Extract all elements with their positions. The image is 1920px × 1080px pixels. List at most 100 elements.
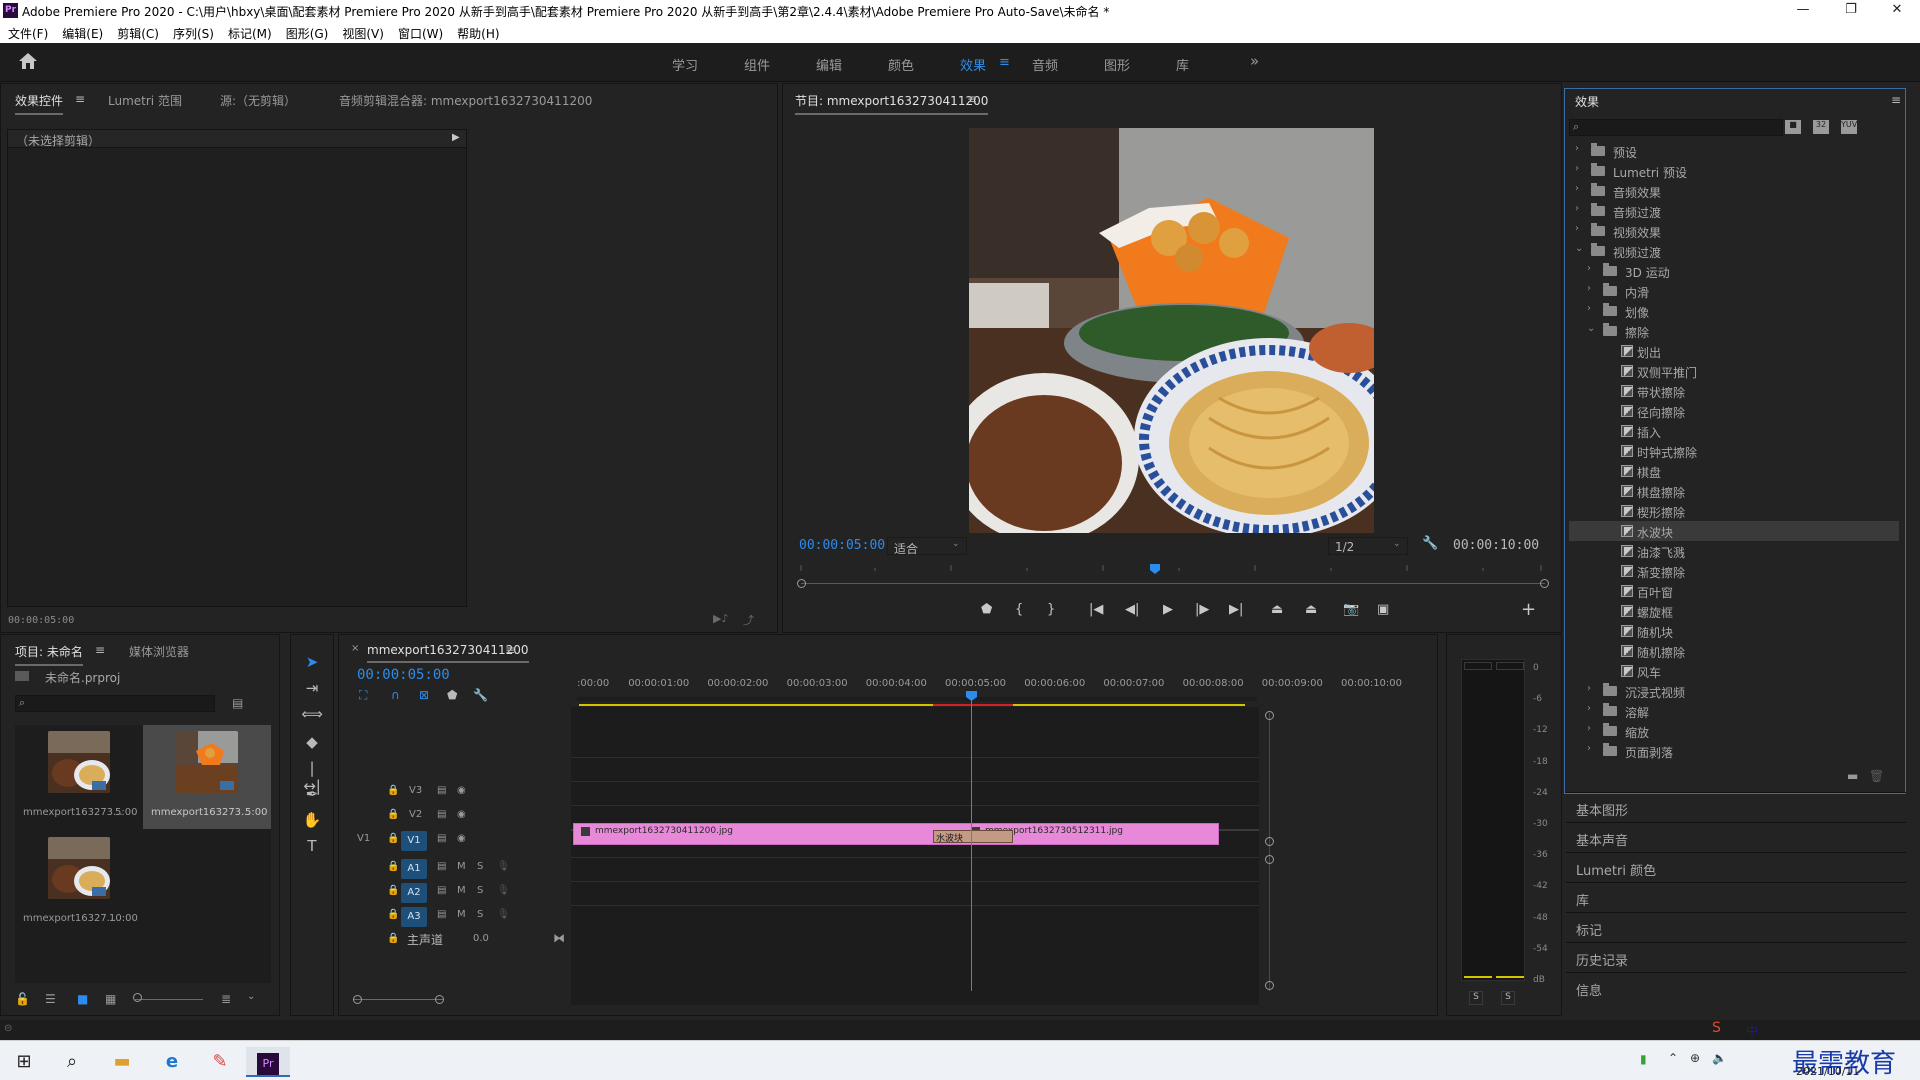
tab-lumetri-scopes[interactable]: Lumetri 范围	[108, 92, 182, 109]
workspace-learn[interactable]: 学习	[672, 55, 698, 74]
effect-folder[interactable]: › 内滑	[1569, 281, 1899, 301]
workspace-libraries[interactable]: 库	[1176, 55, 1189, 74]
effect-folder[interactable]: › Lumetri 预设	[1569, 161, 1899, 181]
new-search-bin-icon[interactable]: ▤	[232, 696, 243, 710]
chevron-right-icon[interactable]: ›	[1575, 163, 1579, 174]
project-item[interactable]: mmexport163273... 5:00	[15, 725, 141, 829]
effect-item[interactable]: 渐变擦除	[1569, 561, 1899, 581]
sort-icon[interactable]: ≣	[221, 992, 231, 1006]
zoom-handle-right[interactable]	[1540, 579, 1549, 588]
effect-item[interactable]: 插入	[1569, 421, 1899, 441]
tab-effect-controls[interactable]: 效果控件	[15, 92, 64, 115]
menu-window[interactable]: 窗口(W)	[398, 22, 443, 42]
effect-item[interactable]: 径向擦除	[1569, 401, 1899, 421]
add-marker-icon[interactable]: ⬟	[981, 602, 992, 617]
transition-block[interactable]: 水波块	[933, 830, 1013, 844]
track-a2-toggle[interactable]: A2	[401, 883, 427, 903]
slip-tool-icon[interactable]: |↔|	[301, 759, 323, 795]
minimize-button[interactable]: —	[1788, 2, 1818, 20]
hscroll-handle-left[interactable]	[353, 995, 362, 1004]
filter-icon[interactable]: ▶♪	[713, 612, 728, 625]
workspace-graphics[interactable]: 图形	[1104, 55, 1130, 74]
menu-clip[interactable]: 剪辑(C)	[117, 22, 159, 42]
timeline-timecode[interactable]: 00:00:05:00	[357, 667, 450, 683]
effect-item[interactable]: 水波块	[1569, 521, 1899, 541]
microphone-icon[interactable]: 🎙	[497, 909, 510, 920]
more-workspaces-icon[interactable]: »	[1250, 52, 1259, 70]
sync-lock-icon[interactable]: ▤	[437, 785, 446, 796]
chevron-right-icon[interactable]: ›	[1587, 303, 1591, 314]
battery-icon[interactable]: ▮	[1640, 1052, 1647, 1066]
effect-folder[interactable]: › 音频过渡	[1569, 201, 1899, 221]
zoom-slider-handle[interactable]	[133, 993, 142, 1002]
add-button-icon[interactable]: +	[1521, 599, 1536, 620]
go-to-master-icon[interactable]: ⧓	[553, 931, 565, 945]
panel-lumetri-color[interactable]: Lumetri 颜色	[1566, 852, 1906, 881]
mark-out-icon[interactable]: }	[1047, 602, 1055, 617]
panel-history[interactable]: 历史记录	[1566, 942, 1906, 971]
scroll-handle-mid[interactable]	[1265, 837, 1274, 846]
chevron-right-icon[interactable]: ›	[1587, 263, 1591, 274]
microphone-icon[interactable]: 🎙	[497, 861, 510, 872]
solo-left-button[interactable]: S	[1469, 991, 1483, 1005]
premiere-taskbar-icon[interactable]: Pr	[246, 1047, 290, 1077]
panel-libraries[interactable]: 库	[1566, 882, 1906, 911]
solo-button[interactable]: S	[477, 861, 483, 872]
scroll-handle-bottom[interactable]	[1265, 981, 1274, 990]
hand-tool-icon[interactable]: ✋	[301, 811, 323, 833]
effect-item[interactable]: 风车	[1569, 661, 1899, 681]
chevron-right-icon[interactable]: ›	[1587, 683, 1591, 694]
effect-folder[interactable]: ⌄ 视频过渡	[1569, 241, 1899, 261]
program-ruler[interactable]	[795, 564, 1555, 574]
workspace-audio[interactable]: 音频	[1032, 55, 1058, 74]
effect-item[interactable]: 划出	[1569, 341, 1899, 361]
menu-graphics[interactable]: 图形(G)	[286, 22, 329, 42]
program-video-frame[interactable]	[969, 128, 1374, 533]
chevron-right-icon[interactable]: ›	[1575, 203, 1579, 214]
project-menu-icon[interactable]: ≡	[95, 643, 105, 657]
project-item-selected[interactable]: mmexport163273... 5:00	[143, 725, 271, 829]
type-tool-icon[interactable]: T	[301, 837, 323, 859]
chevron-right-icon[interactable]: ›	[1587, 743, 1591, 754]
extract-icon[interactable]: ⏏	[1305, 602, 1317, 617]
sync-lock-icon[interactable]: ▤	[437, 861, 446, 872]
comparison-view-icon[interactable]: ▣	[1377, 602, 1389, 617]
razor-tool-icon[interactable]: ◆	[301, 733, 323, 755]
effect-item[interactable]: 时钟式擦除	[1569, 441, 1899, 461]
wrench-settings-icon[interactable]: 🔧	[1422, 536, 1438, 551]
add-marker-icon[interactable]: ⬟	[447, 688, 457, 702]
chevron-right-icon[interactable]: ›	[1575, 183, 1579, 194]
lock-icon[interactable]: 🔒	[387, 809, 399, 820]
effect-item[interactable]: 螺旋框	[1569, 601, 1899, 621]
lock-icon[interactable]: 🔒	[387, 885, 399, 896]
selection-tool-icon[interactable]: ➤	[301, 653, 323, 675]
effect-item[interactable]: 棋盘	[1569, 461, 1899, 481]
sequence-menu-icon[interactable]: ≡	[505, 643, 515, 657]
effect-folder[interactable]: › 预设	[1569, 141, 1899, 161]
network-icon[interactable]: ⊕	[1690, 1051, 1700, 1065]
effect-folder[interactable]: › 页面剥落	[1569, 741, 1899, 761]
tab-source[interactable]: 源:（无剪辑）	[220, 92, 296, 109]
clip-1[interactable]: mmexport1632730411200.jpg	[573, 823, 963, 845]
effect-folder[interactable]: › 划像	[1569, 301, 1899, 321]
windows-start-icon[interactable]: ⊞	[2, 1047, 46, 1077]
sync-lock-icon[interactable]: ▤	[437, 809, 446, 820]
project-search-input[interactable]: ⌕	[15, 695, 215, 712]
track-a3-toggle[interactable]: A3	[401, 907, 427, 927]
yuv-effects-icon[interactable]: YUV	[1841, 120, 1857, 134]
sync-lock-icon[interactable]: ▤	[437, 833, 446, 844]
timeline-settings-wrench-icon[interactable]: 🔧	[473, 688, 488, 702]
track-v1-toggle[interactable]: V1	[401, 831, 427, 851]
play-icon[interactable]: ▶	[1163, 602, 1173, 617]
lift-icon[interactable]: ⏏	[1271, 602, 1283, 617]
sync-lock-icon[interactable]: ▤	[437, 885, 446, 896]
lock-icon[interactable]: 🔒	[387, 861, 399, 872]
chevron-down-icon[interactable]: ⌄	[247, 991, 255, 1002]
ime-mode[interactable]: 中	[1746, 1022, 1758, 1039]
lock-icon[interactable]: 🔒	[387, 833, 399, 844]
maximize-button[interactable]: ❐	[1836, 2, 1866, 20]
zoom-slider[interactable]	[135, 999, 203, 1000]
panel-essential-sound[interactable]: 基本声音	[1566, 822, 1906, 851]
tab-media-browser[interactable]: 媒体浏览器	[129, 643, 189, 660]
new-bin-icon[interactable]: ▬	[1847, 769, 1858, 783]
